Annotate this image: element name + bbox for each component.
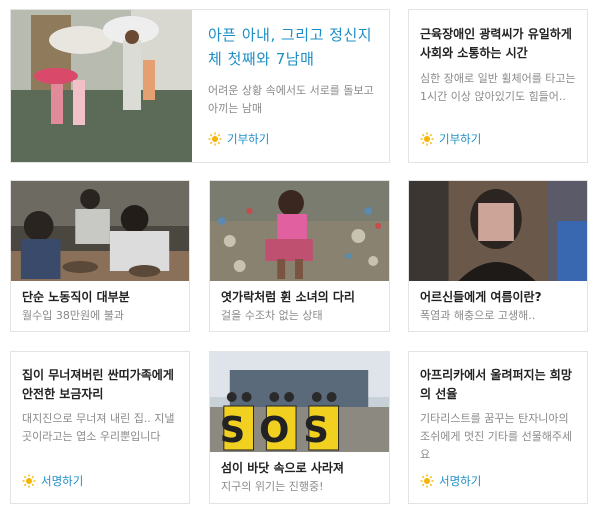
card-description: 월수입 38만원에 불과 [22,309,124,322]
sos-sign-text: SOS [220,410,343,451]
card-description: 지구의 위기는 진행중! [221,480,324,493]
sun-icon [22,474,36,488]
card-photo-family[interactable] [11,10,192,162]
sun-icon [420,132,434,146]
card-description: 기타리스트를 꿈꾸는 탄자니아의 조쉬에게 멋진 기타를 선물해주세요 [420,412,573,461]
campaign-card-family[interactable]: 아픈 아내, 그리고 정신지체 첫째와 7남매 어려운 상황 속에서도 서로를 … [10,9,390,163]
card-title[interactable]: 어르신들에게 여름이란? [420,288,580,307]
card-title[interactable]: 근육장애인 광력씨가 유일하게 사회와 소통하는 시간 [420,25,580,63]
card-title[interactable]: 단순 노동직이 대부분 [22,288,182,307]
card-photo-sos[interactable]: SOS [210,352,389,452]
donate-button[interactable]: 기부하기 [208,131,269,147]
campaign-card-elderly[interactable]: 어르신들에게 여름이란? 폭염과 해충으로 고생해.. [408,180,588,332]
card-title[interactable]: 아픈 아내, 그리고 정신지체 첫째와 7남매 [208,23,376,71]
campaign-card-guitar[interactable]: 아프리카에서 울려퍼지는 희망의 선율 기타리스트를 꿈꾸는 탄자니아의 조쉬에… [408,351,588,504]
donate-label: 기부하기 [439,132,482,146]
sign-button[interactable]: 서명하기 [420,473,481,489]
sun-icon [208,132,222,146]
campaign-card-girl[interactable]: 엿가락처럼 휜 소녀의 다리 걸을 수조차 없는 상태 [209,180,390,332]
card-photo-labor[interactable] [11,181,189,281]
campaign-card-island[interactable]: SOS 섬이 바닷 속으로 사라져 지구의 위기는 진행중! [209,351,390,504]
sign-button[interactable]: 서명하기 [22,473,83,489]
card-title[interactable]: 집이 무너져버린 싼띠가족에게 안전한 보금자리 [22,366,182,404]
sign-label: 서명하기 [439,474,482,488]
card-description: 대지진으로 무너져 내린 집.. 지낼 곳이라고는 엽소 우리뿐입니다 [22,412,175,443]
card-photo-girl[interactable] [210,181,389,281]
card-description: 폭염과 해충으로 고생해.. [420,309,536,322]
sign-label: 서명하기 [41,474,84,488]
card-description: 심한 장애로 일반 휠체어를 타고는 1시간 이상 앉아있기도 힘들어.. [420,72,576,103]
card-description: 걸을 수조차 없는 상태 [221,309,323,322]
card-title[interactable]: 엿가락처럼 휜 소녀의 다리 [221,288,381,307]
campaign-card-labor[interactable]: 단순 노동직이 대부분 월수입 38만원에 불과 [10,180,190,332]
donate-label: 기부하기 [227,132,270,146]
campaign-card-disability[interactable]: 근육장애인 광력씨가 유일하게 사회와 소통하는 시간 심한 장애로 일반 휠체… [408,9,588,163]
card-title[interactable]: 섬이 바닷 속으로 사라져 [221,459,381,478]
card-photo-elderly[interactable] [409,181,587,281]
sun-icon [420,474,434,488]
card-title[interactable]: 아프리카에서 울려퍼지는 희망의 선율 [420,366,580,404]
campaign-card-earthquake[interactable]: 집이 무너져버린 싼띠가족에게 안전한 보금자리 대지진으로 무너져 내린 집.… [10,351,190,504]
donate-button[interactable]: 기부하기 [420,131,481,147]
card-description: 어려운 상황 속에서도 서로를 돌보고 아끼는 남매 [208,84,374,115]
